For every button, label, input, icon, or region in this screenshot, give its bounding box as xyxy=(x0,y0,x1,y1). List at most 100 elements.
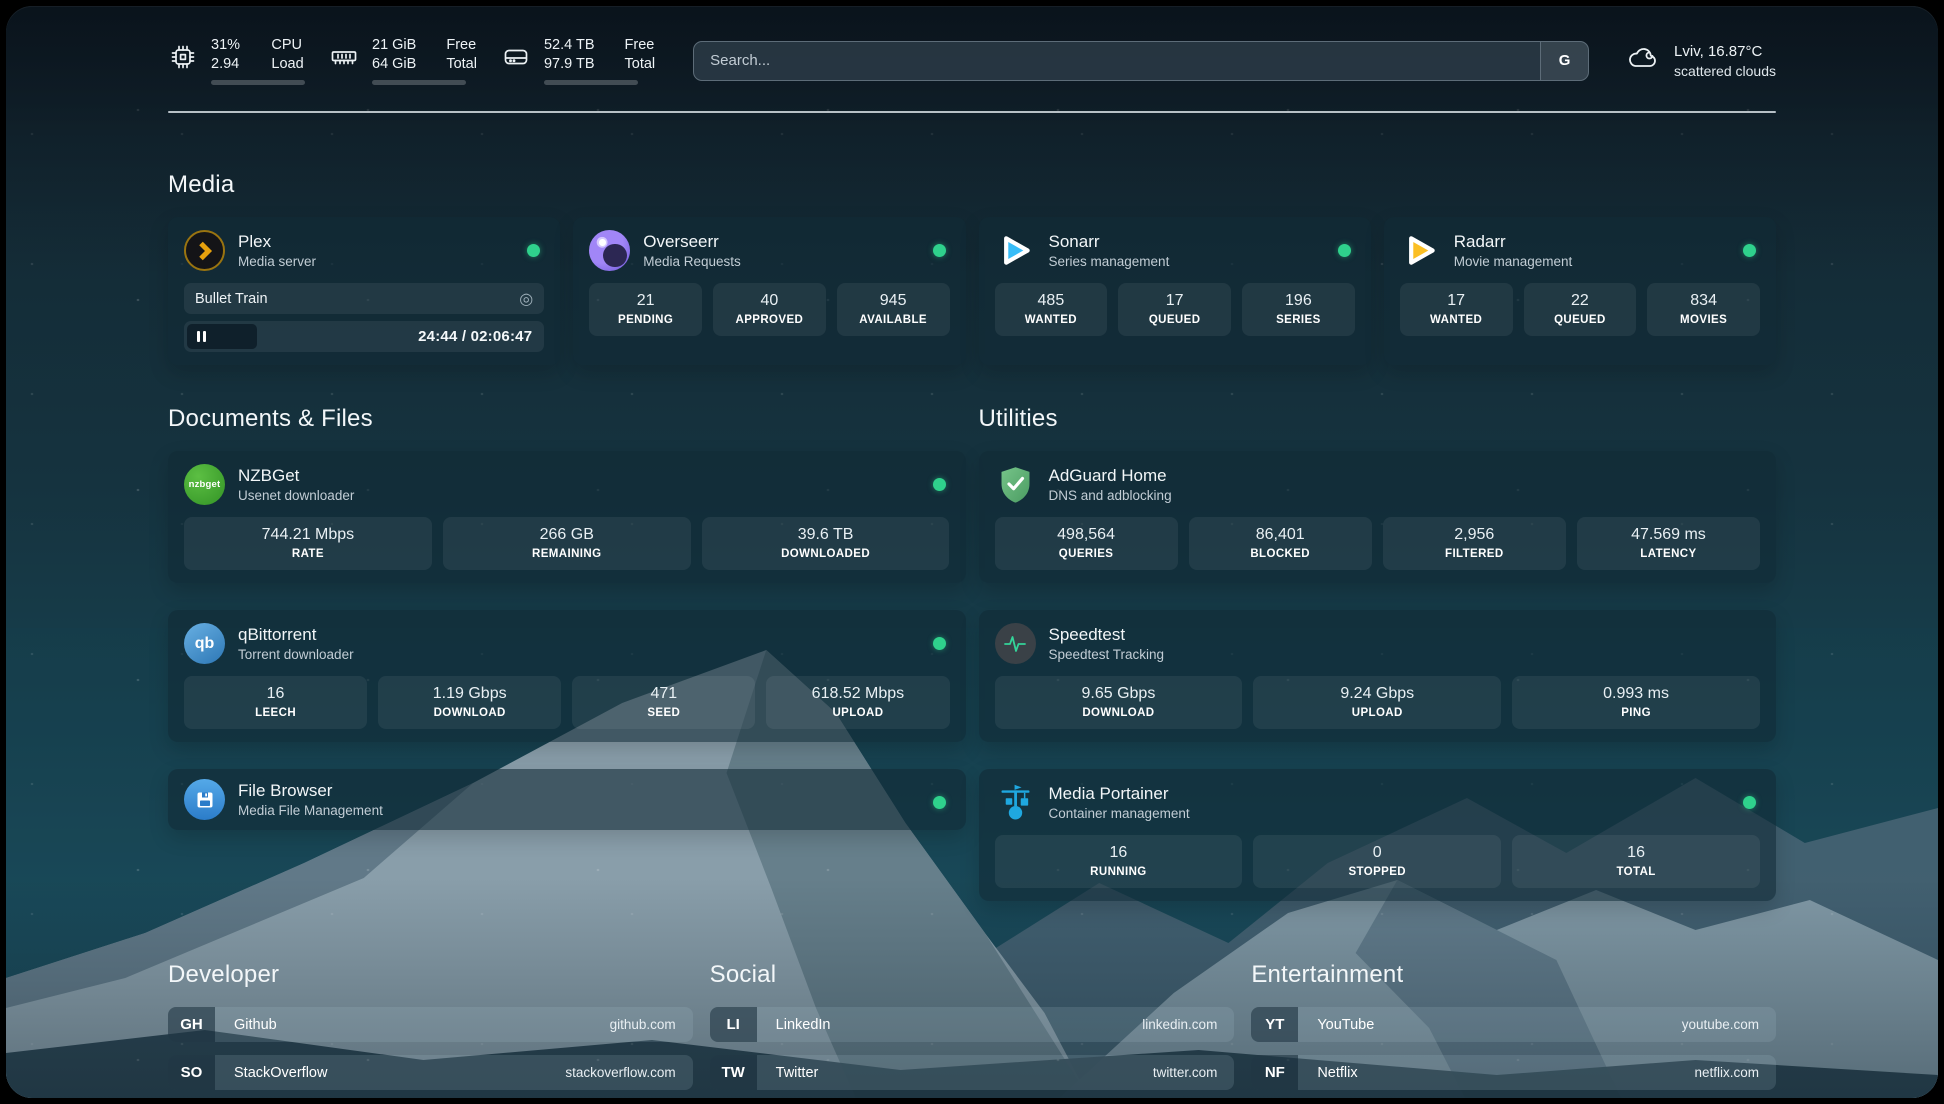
search-engine-button[interactable]: G xyxy=(1540,42,1588,80)
stat-label: AVAILABLE xyxy=(841,313,946,327)
header-divider xyxy=(168,111,1776,113)
nzbget-card[interactable]: nzbget NZBGet Usenet downloader 744.21 M… xyxy=(168,451,966,583)
stat-value: 485 xyxy=(999,291,1104,311)
disk-total-label: Total xyxy=(625,55,656,74)
link-row-netflix[interactable]: NF Netflix netflix.com xyxy=(1251,1055,1776,1090)
portainer-crane-icon xyxy=(995,782,1036,823)
adguard-card[interactable]: AdGuard Home DNS and adblocking 498,564Q… xyxy=(979,451,1777,583)
link-row-linkedin[interactable]: LI LinkedIn linkedin.com xyxy=(710,1007,1235,1042)
stat-label: TOTAL xyxy=(1516,865,1756,879)
stat-label: RATE xyxy=(188,547,428,561)
stat-label: FILTERED xyxy=(1387,547,1562,561)
netflix-abbr-badge: NF xyxy=(1251,1055,1298,1090)
stat-value: 16 xyxy=(999,843,1239,863)
stat-value: 9.65 Gbps xyxy=(999,684,1239,704)
youtube-abbr-badge: YT xyxy=(1251,1007,1298,1042)
plex-card[interactable]: Plex Media server Bullet Train ◎ 24:44 /… xyxy=(168,217,560,365)
stat-box: 0.993 msPING xyxy=(1512,676,1760,729)
stat-label: PENDING xyxy=(593,313,698,327)
stat-value: 17 xyxy=(1404,291,1509,311)
stat-label: LEECH xyxy=(188,706,363,720)
link-name: Netflix xyxy=(1298,1065,1357,1081)
stat-box: 22QUEUED xyxy=(1524,283,1637,336)
plex-icon xyxy=(184,230,225,271)
developer-section: Developer GH Github github.com SO StackO… xyxy=(168,961,693,1098)
cpu-usage-label: CPU xyxy=(271,36,305,55)
speedtest-card[interactable]: Speedtest Speedtest Tracking 9.65 GbpsDO… xyxy=(979,610,1777,742)
filebrowser-icon xyxy=(184,779,225,820)
link-name: StackOverflow xyxy=(215,1065,327,1081)
stat-label: SERIES xyxy=(1246,313,1351,327)
entertainment-section-title: Entertainment xyxy=(1251,961,1776,989)
stat-label: APPROVED xyxy=(717,313,822,327)
stat-value: 39.6 TB xyxy=(706,525,946,545)
link-row-stackoverflow[interactable]: SO StackOverflow stackoverflow.com xyxy=(168,1055,693,1090)
search-input[interactable] xyxy=(694,42,1540,80)
overseerr-card[interactable]: Overseerr Media Requests 21PENDING 40APP… xyxy=(573,217,965,365)
stat-box: 834MOVIES xyxy=(1647,283,1760,336)
stat-value: 834 xyxy=(1651,291,1756,311)
stat-box: 86,401 BLOCKED xyxy=(1189,517,1372,570)
qbittorrent-desc: Torrent downloader xyxy=(238,646,354,664)
sonarr-card[interactable]: Sonarr Series management 485WANTED 17QUE… xyxy=(979,217,1371,365)
documents-section: Documents & Files nzbget NZBGet Usenet d… xyxy=(168,405,966,901)
radarr-card[interactable]: Radarr Movie management 17 WANTED 22QUEUE… xyxy=(1384,217,1776,365)
stat-box: 744.21 MbpsRATE xyxy=(184,517,432,570)
radarr-status-dot xyxy=(1743,244,1756,257)
disk-metric: 52.4 TB Free 97.9 TB Total xyxy=(501,36,655,85)
cpu-usage-value: 31% xyxy=(211,36,241,55)
disk-icon xyxy=(501,42,531,72)
stat-label: REMAINING xyxy=(447,547,687,561)
link-name: Github xyxy=(215,1017,277,1033)
link-row-youtube[interactable]: YT YouTube youtube.com xyxy=(1251,1007,1776,1042)
stat-value: 618.52 Mbps xyxy=(770,684,945,704)
stat-value: 21 xyxy=(593,291,698,311)
plex-title: Plex xyxy=(238,231,316,253)
stat-box: 47.569 msLATENCY xyxy=(1577,517,1760,570)
stat-value: 86,401 xyxy=(1193,525,1368,545)
portainer-title: Media Portainer xyxy=(1049,783,1190,805)
stat-label: BLOCKED xyxy=(1193,547,1368,561)
stat-box: 0STOPPED xyxy=(1253,835,1501,888)
sonarr-status-dot xyxy=(1338,244,1351,257)
cpu-metric: 31% CPU 2.94 Load xyxy=(168,36,305,85)
utilities-section-title: Utilities xyxy=(979,405,1777,433)
stat-box: 498,564QUERIES xyxy=(995,517,1178,570)
adguard-title: AdGuard Home xyxy=(1049,465,1172,487)
stat-value: 0 xyxy=(1257,843,1497,863)
social-section: Social LI LinkedIn linkedin.com TW Twitt… xyxy=(710,961,1235,1098)
filebrowser-card[interactable]: File Browser Media File Management xyxy=(168,769,966,830)
qbittorrent-card[interactable]: qb qBittorrent Torrent downloader 16LEEC… xyxy=(168,610,966,742)
nzbget-status-dot xyxy=(933,478,946,491)
stat-label: WANTED xyxy=(1404,313,1509,327)
link-row-github[interactable]: GH Github github.com xyxy=(168,1007,693,1042)
plex-now-playing-row[interactable]: Bullet Train ◎ xyxy=(184,283,544,314)
stat-box: 2,956 FILTERED xyxy=(1383,517,1566,570)
filebrowser-status-dot xyxy=(933,796,946,809)
disk-free-value: 52.4 TB xyxy=(544,36,595,55)
link-row-twitter[interactable]: TW Twitter twitter.com xyxy=(710,1055,1235,1090)
stat-box: 945AVAILABLE xyxy=(837,283,950,336)
stat-value: 2,956 xyxy=(1387,525,1562,545)
stat-label: SEED xyxy=(576,706,751,720)
stat-box: 618.52 MbpsUPLOAD xyxy=(766,676,949,729)
stat-value: 266 GB xyxy=(447,525,687,545)
link-url: twitter.com xyxy=(1153,1065,1235,1080)
weather-widget: Lviv, 16.87°C scattered clouds xyxy=(1625,40,1776,81)
adguard-desc: DNS and adblocking xyxy=(1049,487,1172,505)
radarr-desc: Movie management xyxy=(1454,253,1573,271)
qbittorrent-title: qBittorrent xyxy=(238,624,354,646)
radarr-icon xyxy=(1400,230,1441,271)
portainer-card[interactable]: Media Portainer Container management 16R… xyxy=(979,769,1777,901)
qbittorrent-icon-text: qb xyxy=(195,635,215,653)
radarr-title: Radarr xyxy=(1454,231,1573,253)
documents-section-title: Documents & Files xyxy=(168,405,966,433)
stat-label: QUEUED xyxy=(1122,313,1227,327)
portainer-status-dot xyxy=(1743,796,1756,809)
sonarr-icon xyxy=(995,230,1036,271)
filebrowser-desc: Media File Management xyxy=(238,802,383,820)
nzbget-icon: nzbget xyxy=(184,464,225,505)
stat-value: 40 xyxy=(717,291,822,311)
stat-label: QUEUED xyxy=(1528,313,1633,327)
stat-box: 9.65 GbpsDOWNLOAD xyxy=(995,676,1243,729)
